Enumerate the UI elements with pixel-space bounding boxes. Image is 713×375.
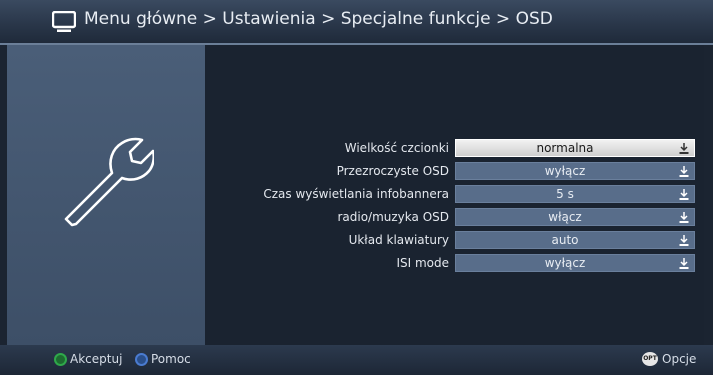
setting-label: radio/muzyka OSD: [337, 210, 449, 224]
header-bar: Menu główne > Ustawienia > Specjalne fun…: [0, 0, 713, 43]
options-button[interactable]: OPT Opcje: [642, 352, 704, 368]
setting-label: Układ klawiatury: [348, 233, 449, 247]
breadcrumb: Menu główne > Ustawienia > Specjalne fun…: [84, 9, 553, 29]
dropdown-arrow-icon: [679, 166, 689, 177]
blue-key-icon: [135, 353, 148, 366]
tv-icon: [52, 11, 76, 32]
opt-key-icon: OPT: [642, 352, 658, 366]
setting-label: Przezroczyste OSD: [336, 164, 449, 178]
help-button[interactable]: Pomoc: [135, 352, 205, 368]
help-label: Pomoc: [151, 352, 191, 366]
accept-button[interactable]: Akceptuj: [54, 352, 134, 368]
settings-row[interactable]: ISI mode wyłącz: [205, 254, 704, 274]
settings-row[interactable]: radio/muzyka OSD włącz: [205, 208, 704, 228]
dropdown-arrow-icon: [679, 189, 689, 200]
setting-value-field[interactable]: normalna: [455, 139, 695, 157]
setting-label: Wielkość czcionki: [344, 141, 449, 155]
setting-value-field[interactable]: wyłącz: [455, 254, 695, 272]
settings-row[interactable]: Przezroczyste OSD wyłącz: [205, 162, 704, 182]
dropdown-arrow-icon: [679, 258, 689, 269]
setting-value-field[interactable]: 5 s: [455, 185, 695, 203]
category-icon-panel: [7, 45, 205, 345]
setting-value-field[interactable]: wyłącz: [455, 162, 695, 180]
green-key-icon: [54, 353, 67, 366]
dropdown-arrow-icon: [679, 143, 689, 154]
setting-value-field[interactable]: włącz: [455, 208, 695, 226]
setting-value: auto: [551, 233, 579, 247]
setting-label: ISI mode: [396, 256, 449, 270]
setting-value: normalna: [536, 141, 594, 155]
footer-bar: Akceptuj Pomoc OPT Opcje: [0, 345, 713, 375]
setting-value: wyłącz: [544, 164, 586, 178]
settings-panel: Wielkość czcionki normalna Przezroczyste…: [205, 45, 704, 345]
setting-value-field[interactable]: auto: [455, 231, 695, 249]
dropdown-arrow-icon: [679, 212, 689, 223]
setting-value: wyłącz: [544, 256, 586, 270]
settings-row[interactable]: Układ klawiatury auto: [205, 231, 704, 251]
dropdown-arrow-icon: [679, 235, 689, 246]
settings-row[interactable]: Czas wyświetlania infobannera 5 s: [205, 185, 704, 205]
settings-row[interactable]: Wielkość czcionki normalna: [205, 139, 704, 159]
setting-label: Czas wyświetlania infobannera: [263, 187, 449, 201]
options-label: Opcje: [662, 352, 697, 366]
accept-label: Akceptuj: [70, 352, 123, 366]
setting-value: włącz: [548, 210, 582, 224]
setting-value: 5 s: [556, 187, 574, 201]
wrench-icon: [64, 137, 154, 227]
